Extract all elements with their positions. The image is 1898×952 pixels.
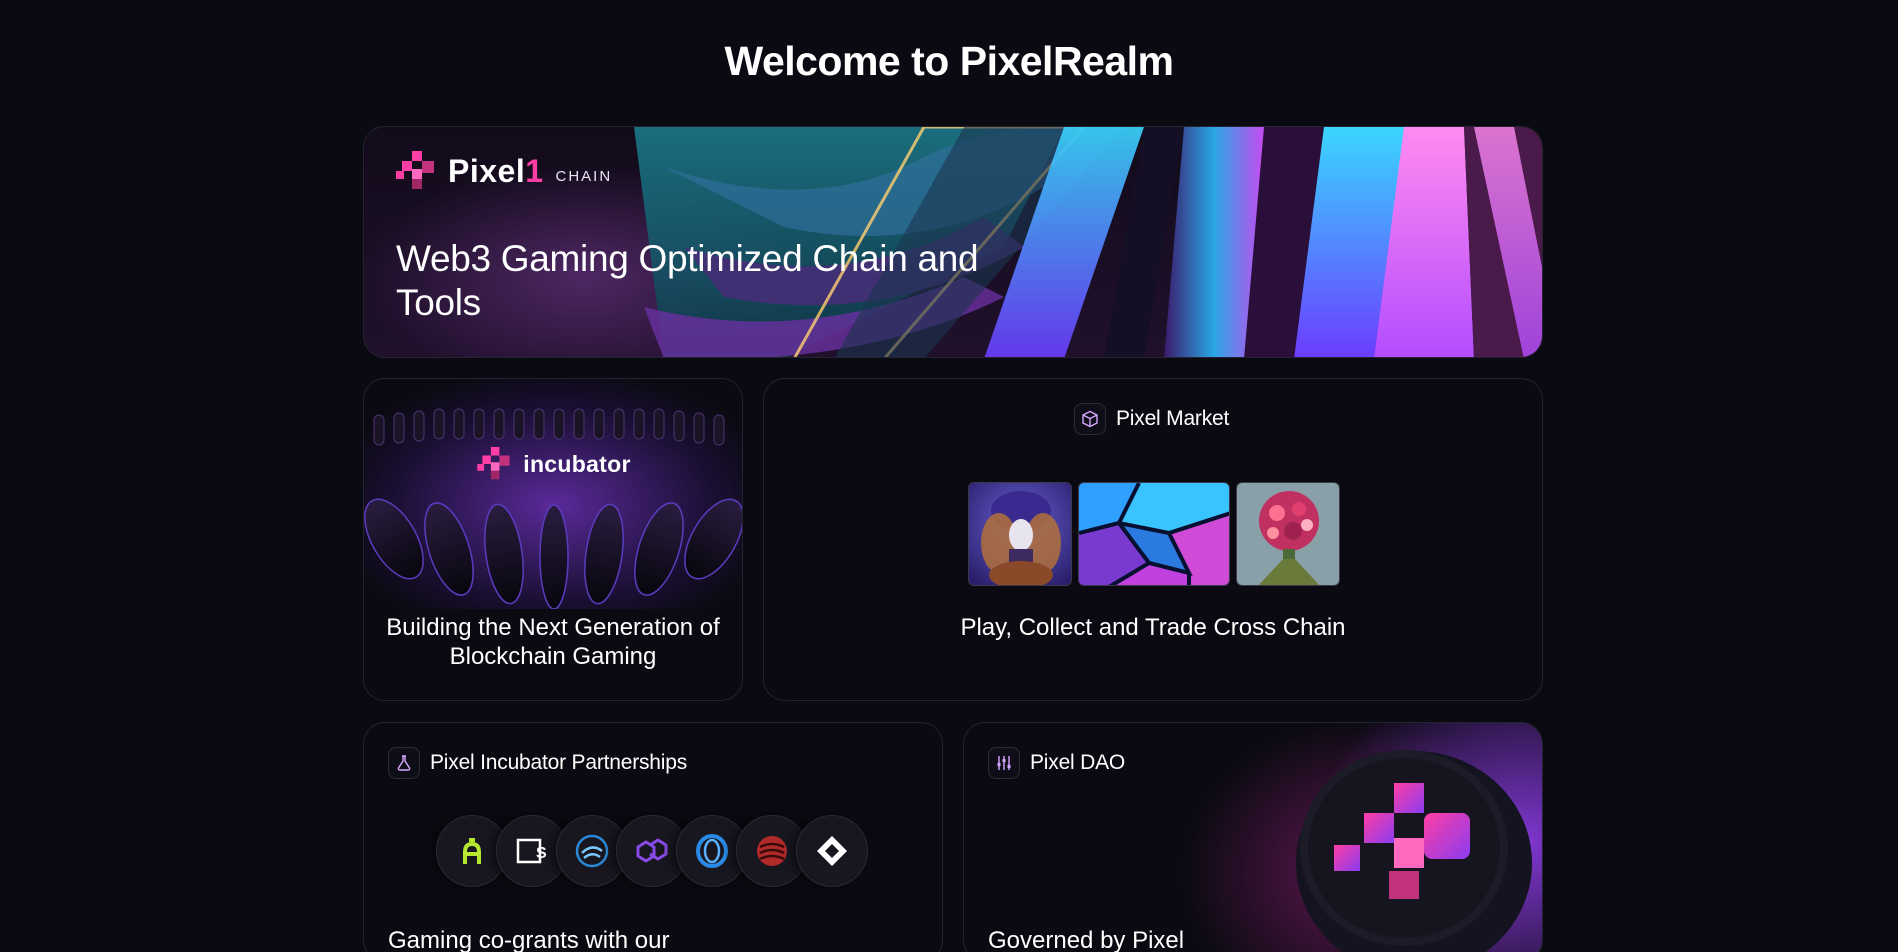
partnerships-text: Gaming co-grants with our bbox=[388, 927, 670, 952]
incubator-card[interactable]: incubator Building the Next Generation o… bbox=[363, 378, 743, 701]
pixel-dao-card[interactable]: Pixel DAO Governed by Pixel bbox=[963, 722, 1543, 952]
diamond-logo[interactable] bbox=[796, 815, 868, 887]
incubator-logo: incubator bbox=[364, 447, 742, 481]
hero-banner[interactable]: Pixel1 CHAIN Web3 Gaming Optimized Chain… bbox=[363, 126, 1543, 358]
pixel-logo-icon bbox=[477, 447, 510, 480]
incubator-partnerships-card[interactable]: Pixel Incubator Partnerships S Gaming co… bbox=[363, 722, 943, 952]
partnerships-header: Pixel Incubator Partnerships bbox=[388, 747, 687, 779]
pixel-coin-art bbox=[1296, 750, 1532, 952]
market-header: Pixel Market bbox=[1074, 403, 1229, 435]
partnerships-title: Pixel Incubator Partnerships bbox=[430, 751, 688, 774]
logo-wordmark: Pixel1 bbox=[448, 152, 544, 189]
incubator-caption: Building the Next Generation of Blockcha… bbox=[386, 614, 720, 670]
cube-icon bbox=[1074, 403, 1106, 435]
sliders-icon bbox=[988, 747, 1020, 779]
partner-logos: S bbox=[436, 815, 868, 887]
flask-icon bbox=[388, 747, 420, 779]
incubator-ring-art bbox=[364, 379, 742, 609]
pixel-chain-logo: Pixel1 CHAIN bbox=[396, 151, 612, 191]
pixel-market-card[interactable]: Pixel Market Play, Collect and Trade Cro… bbox=[763, 378, 1543, 701]
market-caption: Play, Collect and Trade Cross Chain bbox=[960, 614, 1346, 641]
incubator-wordmark: incubator bbox=[523, 450, 631, 477]
hero-headline: Web3 Gaming Optimized Chain and Tools bbox=[396, 238, 979, 323]
dao-header: Pixel DAO bbox=[988, 747, 1125, 779]
market-title: Pixel Market bbox=[1116, 407, 1230, 430]
logo-subtitle: CHAIN bbox=[555, 167, 613, 185]
pixel-logo-icon bbox=[396, 151, 434, 189]
page-title: Welcome to PixelRealm bbox=[724, 38, 1174, 84]
svg-text:S: S bbox=[536, 845, 547, 862]
crystal-shards-nft[interactable] bbox=[1078, 482, 1230, 586]
dao-text: Governed by Pixel bbox=[988, 927, 1185, 952]
dao-title: Pixel DAO bbox=[1030, 751, 1126, 774]
ornate-portrait-nft[interactable] bbox=[968, 482, 1072, 586]
flower-head-nft[interactable] bbox=[1236, 482, 1340, 586]
nft-thumbnails bbox=[968, 482, 1340, 586]
